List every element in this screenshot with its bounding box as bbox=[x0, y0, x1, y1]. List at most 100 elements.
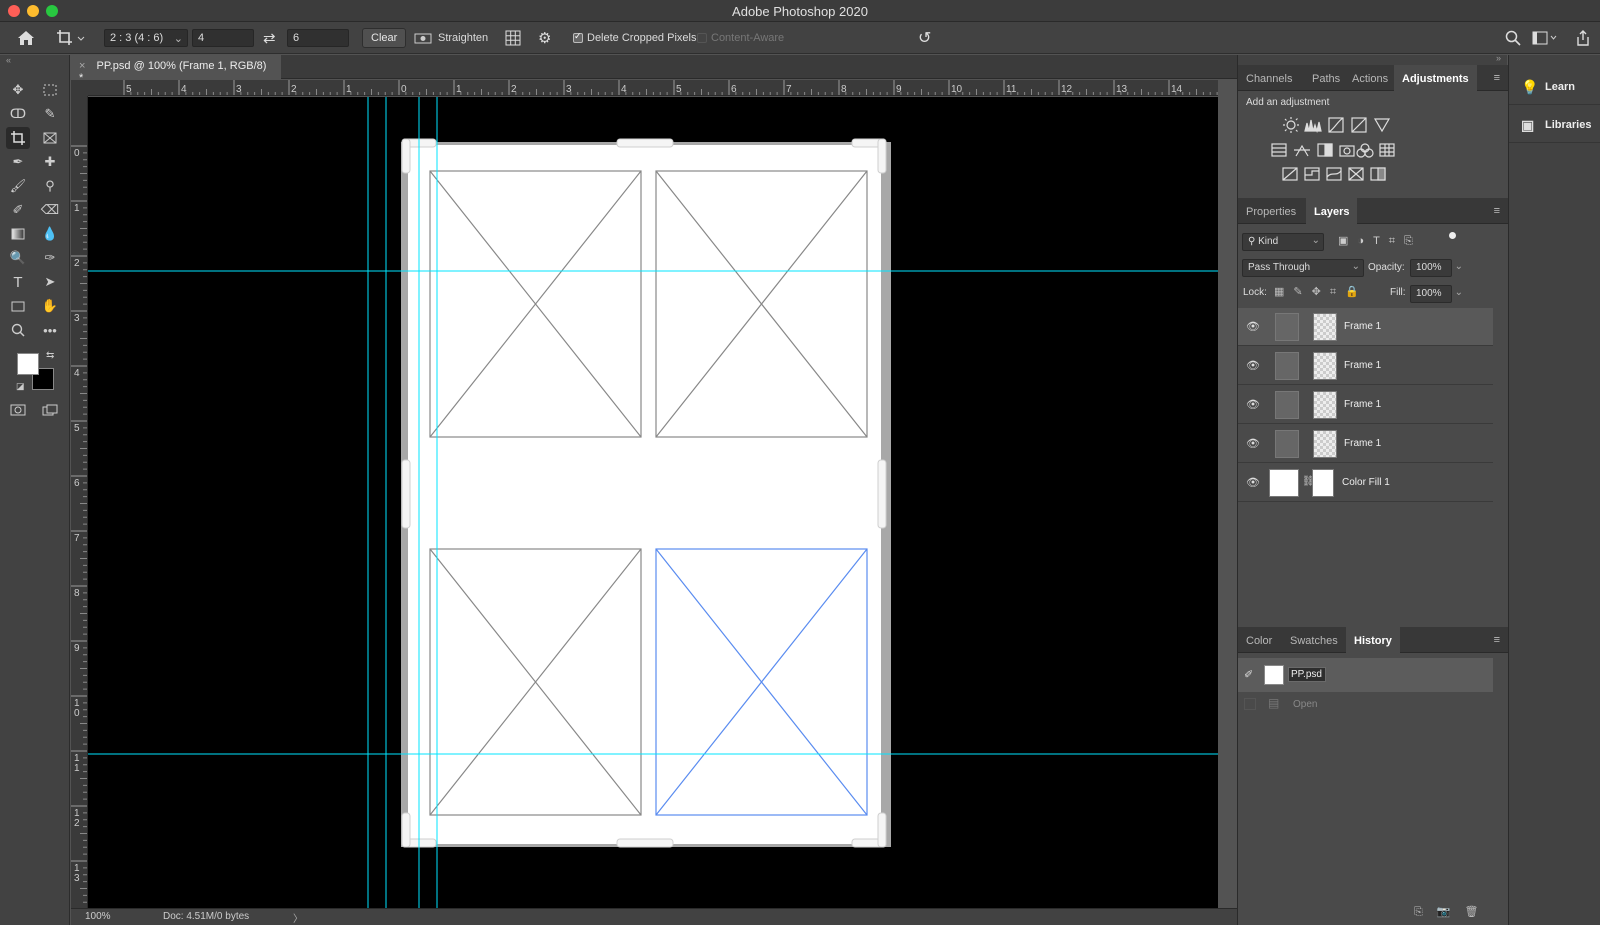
camera-icon[interactable]: 📷 bbox=[1437, 906, 1465, 918]
brightness-contrast-icon[interactable] bbox=[1283, 117, 1299, 133]
ruler-origin[interactable] bbox=[71, 80, 88, 96]
eye-icon[interactable]: 👁 bbox=[1246, 320, 1260, 334]
new-document-from-state-icon[interactable]: ⎘ bbox=[1414, 906, 1437, 918]
photo-filter-icon[interactable] bbox=[1339, 145, 1355, 157]
content-aware-checkbox[interactable]: Content-Aware bbox=[697, 22, 784, 54]
more-tools-icon[interactable]: ••• bbox=[38, 319, 62, 341]
status-menu-arrow-icon[interactable]: 〉 bbox=[293, 910, 303, 925]
dodge-tool-icon[interactable]: 🔍 bbox=[6, 247, 30, 269]
lock-position-icon[interactable]: ✥ bbox=[1312, 286, 1330, 298]
learn-panel-button[interactable]: 💡 Learn bbox=[1509, 69, 1600, 105]
crop-width-input[interactable]: 4 bbox=[192, 29, 254, 47]
blur-tool-icon[interactable]: 💧 bbox=[38, 223, 62, 245]
history-brush-tool-icon[interactable]: ✐ bbox=[6, 199, 30, 221]
swap-colors-icon[interactable]: ⇆ bbox=[46, 350, 54, 361]
tab-channels[interactable]: Channels bbox=[1238, 65, 1300, 91]
tab-swatches[interactable]: Swatches bbox=[1282, 627, 1346, 653]
eye-icon[interactable]: 👁 bbox=[1246, 398, 1260, 412]
layer-filter-kind-dropdown[interactable]: ⚲ Kind ⌄ bbox=[1242, 233, 1324, 251]
posterize-icon[interactable] bbox=[1304, 167, 1320, 181]
tab-color[interactable]: Color bbox=[1238, 627, 1280, 653]
hue-saturation-icon[interactable] bbox=[1271, 143, 1287, 157]
eyedropper-tool-icon[interactable]: ✒ bbox=[6, 151, 30, 173]
history-state-row[interactable]: ▤ Open bbox=[1238, 694, 1493, 718]
tab-actions[interactable]: Actions bbox=[1344, 65, 1396, 91]
tab-layers[interactable]: Layers bbox=[1306, 198, 1358, 224]
fill-input[interactable]: 100% ⌄ bbox=[1410, 285, 1463, 303]
crop-handle-top-left-v[interactable] bbox=[401, 138, 411, 174]
close-document-icon[interactable]: × bbox=[79, 60, 85, 72]
layer-row[interactable]: 👁 Frame 1 bbox=[1238, 425, 1493, 463]
threshold-icon[interactable] bbox=[1326, 167, 1342, 181]
rectangle-tool-icon[interactable] bbox=[6, 295, 30, 317]
crop-handle-left[interactable] bbox=[401, 459, 411, 529]
move-tool-icon[interactable]: ✥ bbox=[6, 79, 30, 101]
lock-transparent-icon[interactable]: ▦ bbox=[1274, 286, 1293, 298]
opacity-input[interactable]: 100% ⌄ bbox=[1410, 259, 1463, 277]
layer-row[interactable]: 👁 ⛓ Color Fill 1 bbox=[1238, 464, 1493, 502]
hand-tool-icon[interactable]: ✋ bbox=[38, 295, 62, 317]
document-tab[interactable]: × PP.psd @ 100% (Frame 1, RGB/8) * bbox=[71, 55, 281, 84]
overlay-grid-icon[interactable] bbox=[505, 22, 521, 54]
gradient-map-icon[interactable] bbox=[1370, 167, 1386, 181]
selective-color-icon[interactable] bbox=[1348, 167, 1364, 181]
default-colors-icon[interactable]: ◪ bbox=[16, 381, 25, 392]
crop-settings-gear-icon[interactable]: ⚙ bbox=[538, 22, 551, 54]
pen-tool-icon[interactable]: ✑ bbox=[38, 247, 62, 269]
vibrance-icon[interactable] bbox=[1373, 118, 1391, 133]
zoom-level[interactable]: 100% bbox=[85, 911, 111, 922]
snapshot-name-input[interactable]: PP.psd bbox=[1288, 667, 1326, 682]
tab-paths[interactable]: Paths bbox=[1304, 65, 1348, 91]
quick-selection-tool-icon[interactable]: ✎ bbox=[38, 103, 62, 125]
workspace-switcher-icon[interactable] bbox=[1532, 22, 1558, 54]
quick-mask-icon[interactable] bbox=[6, 399, 30, 421]
filter-toggle-icon[interactable] bbox=[1449, 232, 1456, 239]
color-balance-icon[interactable] bbox=[1294, 144, 1310, 157]
black-white-icon[interactable] bbox=[1317, 143, 1333, 157]
horizontal-ruler[interactable]: 5 4 3 2 1 0 1 2 3 4 5 6 7 8 9 10 11 12 13 14 bbox=[88, 80, 1218, 96]
layer-row[interactable]: 👁 Frame 1 bbox=[1238, 386, 1493, 424]
libraries-panel-button[interactable]: ▣ Libraries bbox=[1509, 107, 1600, 143]
levels-icon[interactable] bbox=[1304, 119, 1322, 134]
zoom-tool-icon[interactable] bbox=[6, 319, 30, 341]
marquee-tool-icon[interactable] bbox=[38, 79, 62, 101]
tab-properties[interactable]: Properties bbox=[1238, 198, 1304, 224]
gradient-tool-icon[interactable] bbox=[6, 223, 30, 245]
layer-name[interactable]: Frame 1 bbox=[1344, 360, 1381, 371]
history-snapshot-row[interactable]: ✐ PP.psd bbox=[1238, 658, 1493, 692]
curves-icon[interactable] bbox=[1328, 117, 1344, 133]
crop-handle-top-right-v[interactable] bbox=[877, 138, 887, 174]
layer-row[interactable]: 👁 Frame 1 bbox=[1238, 347, 1493, 385]
layer-name[interactable]: Frame 1 bbox=[1344, 438, 1381, 449]
frame-tool-icon[interactable] bbox=[38, 127, 62, 149]
layer-name[interactable]: Frame 1 bbox=[1344, 399, 1381, 410]
path-selection-tool-icon[interactable]: ➤ bbox=[38, 271, 62, 293]
swap-dimensions-icon[interactable]: ⇄ bbox=[263, 22, 276, 54]
home-icon[interactable] bbox=[16, 22, 36, 54]
pixel-layer-filter-icon[interactable]: ▣ bbox=[1338, 235, 1357, 247]
straighten-button[interactable]: Straighten bbox=[414, 22, 488, 54]
search-icon[interactable] bbox=[1505, 22, 1521, 54]
layer-row[interactable]: 👁 Frame 1 bbox=[1238, 308, 1493, 346]
crop-handle-bottom-right-v[interactable] bbox=[877, 812, 887, 848]
eye-icon[interactable]: 👁 bbox=[1246, 437, 1260, 451]
blend-mode-dropdown[interactable]: Pass Through ⌄ bbox=[1242, 259, 1364, 277]
crop-handle-bottom-left-v[interactable] bbox=[401, 812, 411, 848]
clear-button[interactable]: Clear bbox=[362, 28, 407, 48]
type-tool-icon[interactable]: T bbox=[6, 271, 30, 293]
eraser-tool-icon[interactable]: ⌫ bbox=[38, 199, 62, 221]
trash-icon[interactable]: 🗑 bbox=[1465, 906, 1493, 918]
tab-adjustments[interactable]: Adjustments bbox=[1394, 65, 1477, 91]
layer-name[interactable]: Frame 1 bbox=[1344, 321, 1381, 332]
ratio-preset-dropdown[interactable]: 2 : 3 (4 : 6) ⌄ bbox=[104, 29, 188, 47]
lock-image-icon[interactable]: ✎ bbox=[1293, 286, 1311, 298]
crop-height-input[interactable]: 6 bbox=[287, 29, 349, 47]
invert-icon[interactable] bbox=[1282, 167, 1298, 181]
lock-artboard-icon[interactable]: ⌗ bbox=[1330, 286, 1345, 298]
delete-cropped-pixels-checkbox[interactable]: Delete Cropped Pixels bbox=[573, 22, 696, 54]
history-brush-source-icon[interactable]: ✐ bbox=[1244, 668, 1253, 681]
share-icon[interactable] bbox=[1575, 22, 1591, 54]
collapse-toolbox-icon[interactable]: « bbox=[6, 55, 11, 65]
eye-icon[interactable]: 👁 bbox=[1246, 476, 1260, 490]
canvas-area[interactable] bbox=[88, 97, 1218, 908]
